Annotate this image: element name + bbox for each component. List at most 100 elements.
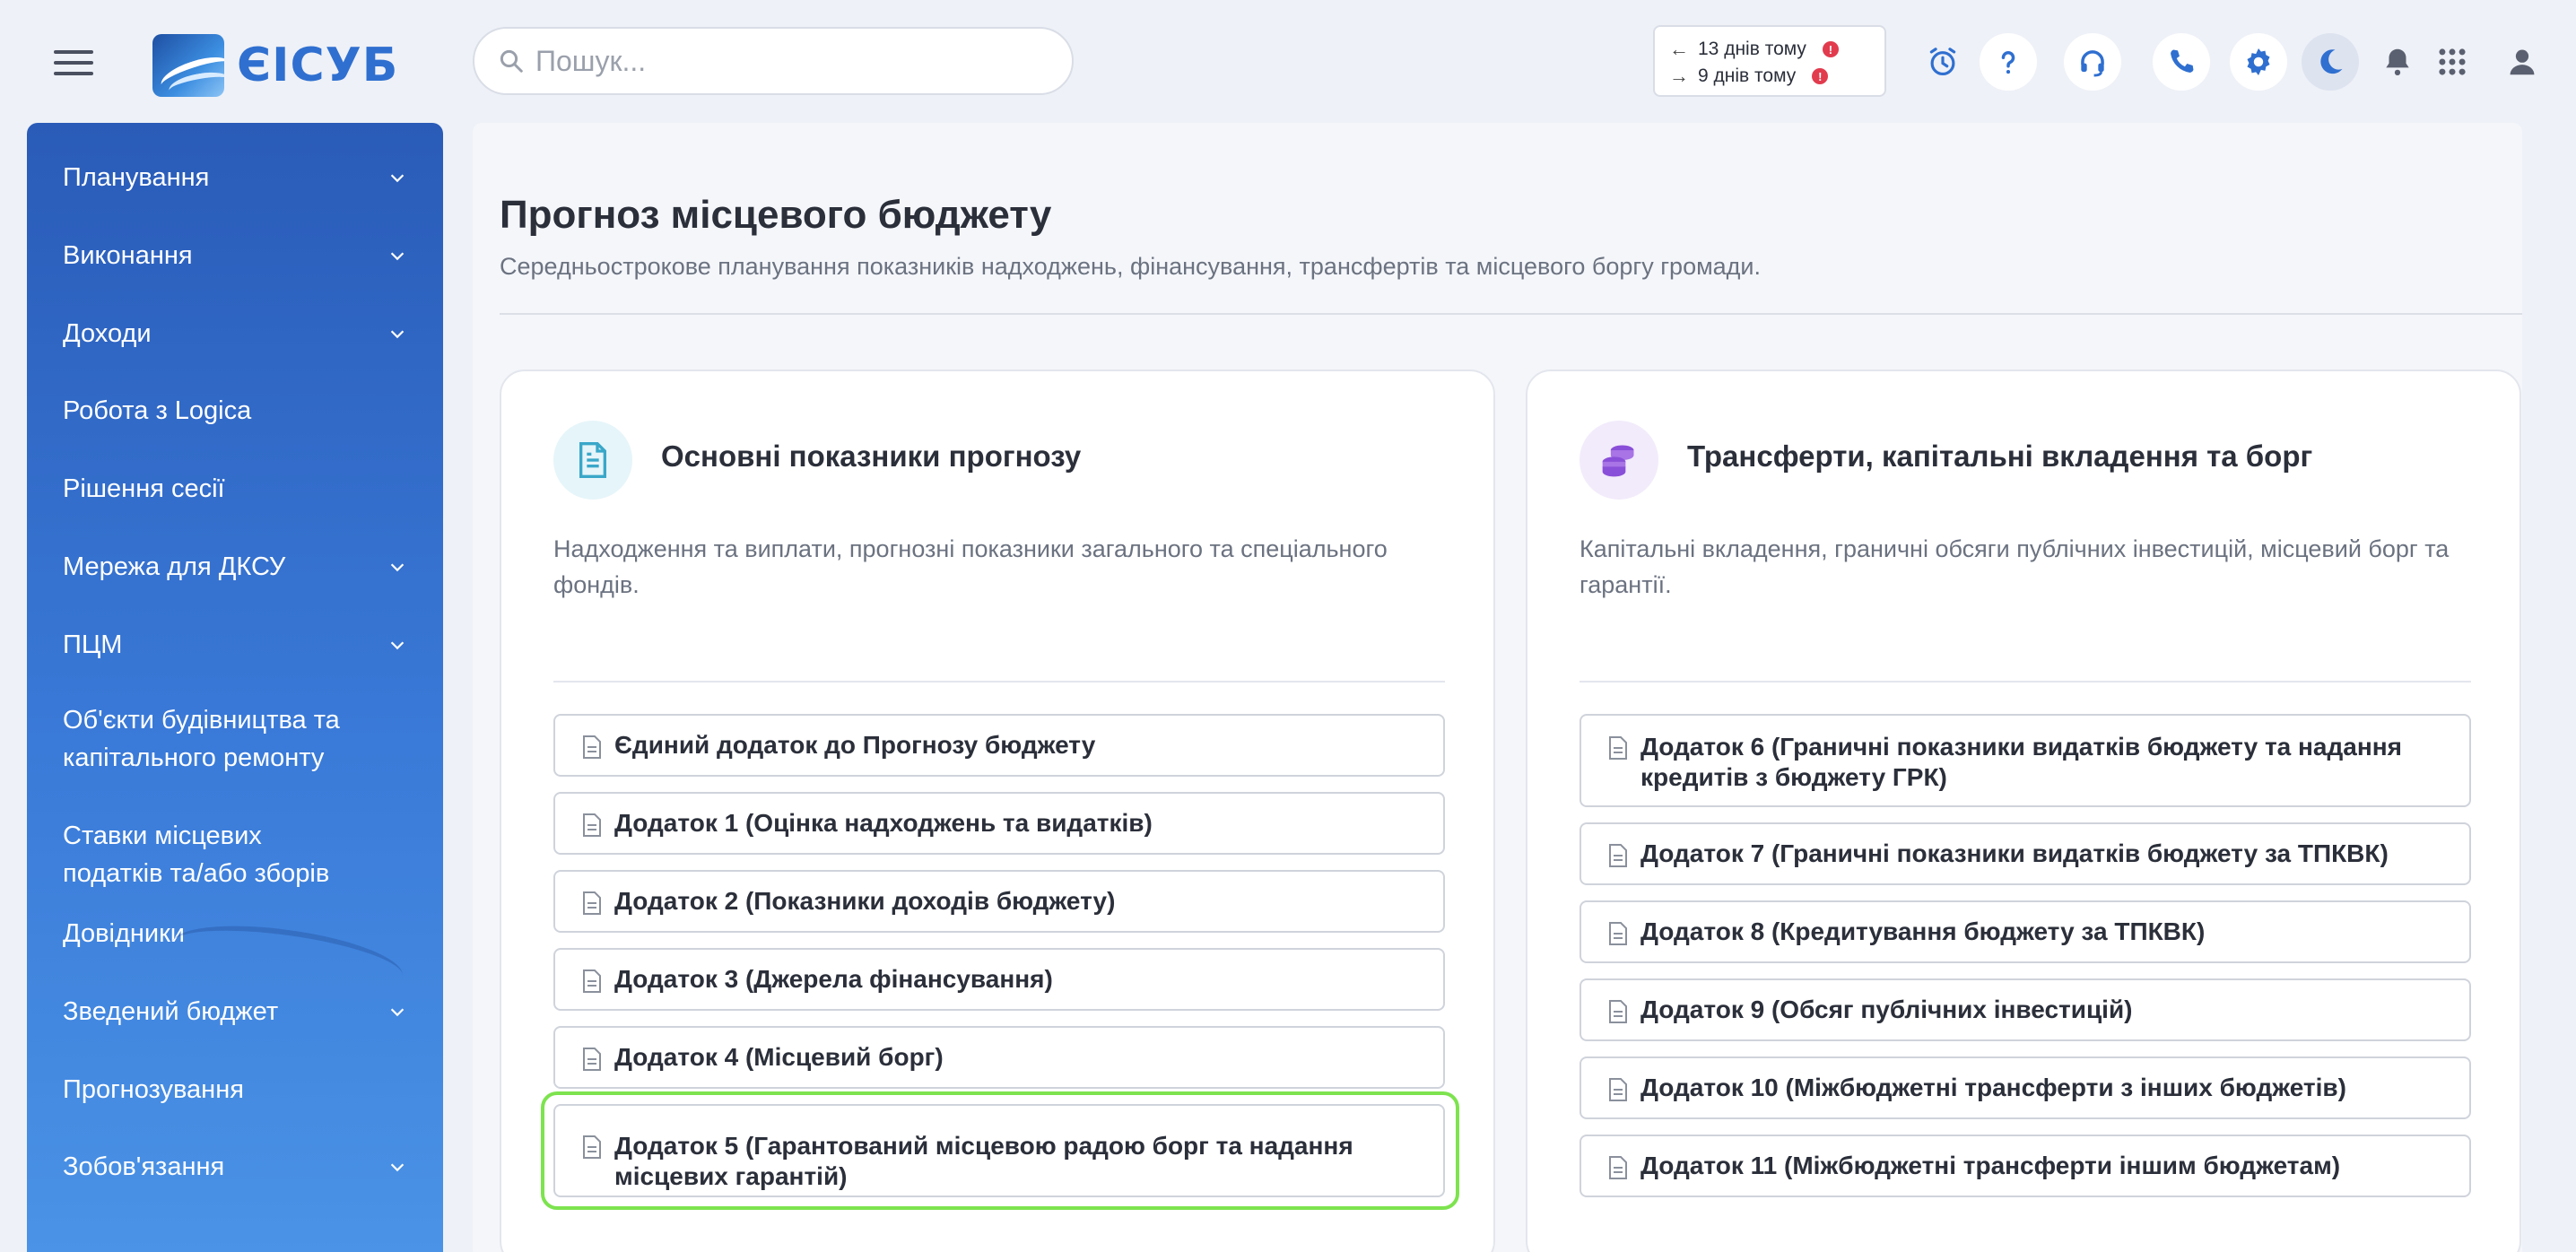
moon-icon[interactable] [2302,33,2359,91]
phone-icon[interactable] [2153,33,2210,91]
sidebar-item-label: Об'єкти будівництва та капітального ремо… [63,706,340,772]
chevron-down-icon [390,563,405,572]
doc-link-appendix-4[interactable]: Додаток 4 (Місцевий борг) [553,1026,1445,1089]
sidebar-item-pcm[interactable]: ПЦМ [27,626,443,664]
app-logo[interactable]: ЄІСУБ [152,34,398,97]
doc-link-label: Додаток 7 (Граничні показники видатків б… [1640,839,2389,867]
doc-link-appendix-9[interactable]: Додаток 9 (Обсяг публічних інвестицій) [1580,978,2471,1041]
doc-link-appendix-10[interactable]: Додаток 10 (Міжбюджетні трансферти з інш… [1580,1056,2471,1119]
doc-link-unified-appendix[interactable]: Єдиний додаток до Прогнозу бюджету [553,714,1445,777]
chevron-down-icon [390,174,405,183]
sidebar-item-execution[interactable]: Виконання [27,237,443,274]
sidebar-item-logica[interactable]: Робота з Logica [27,392,443,430]
coins-icon [1580,421,1658,500]
search-box[interactable] [473,27,1074,95]
doc-link-appendix-3[interactable]: Додаток 3 (Джерела фінансування) [553,948,1445,1011]
main-content: Прогноз місцевого бюджету Середньостроко… [473,123,2522,1252]
document-icon [553,421,632,500]
alert-icon: ! [1812,68,1829,84]
doc-link-appendix-2[interactable]: Додаток 2 (Показники доходів бюджету) [553,870,1445,933]
sidebar-item-label: Мережа для ДКСУ [63,552,286,581]
history-back[interactable]: ← 13 днів тому ! [1669,36,1870,63]
file-icon [1609,922,1627,945]
sidebar-item-references[interactable]: Довідники [27,915,443,952]
card-title: Основні показники прогнозу [661,439,1082,473]
doc-link-appendix-8[interactable]: Додаток 8 (Кредитування бюджету за ТПКВК… [1580,900,2471,963]
bell-icon[interactable] [2369,33,2426,91]
sidebar-item-dksu-network[interactable]: Мережа для ДКСУ [27,548,443,586]
sidebar-item-label: Виконання [63,241,193,270]
sidebar-item-local-taxes[interactable]: Ставки місцевих податків та/або зборів [27,817,404,892]
doc-link-label: Додаток 11 (Міжбюджетні трансферти іншим… [1640,1152,2341,1179]
file-icon [1609,736,1627,760]
history-navigation: ← 13 днів тому ! → 9 днів тому ! [1653,25,1886,97]
card-description: Надходження та виплати, прогнозні показн… [553,535,1388,598]
file-icon [1609,1156,1627,1179]
chevron-down-icon [390,1008,405,1017]
arrow-left-icon: ← [1669,38,1689,60]
sidebar-item-label: Зобов'язання [63,1152,225,1181]
doc-link-appendix-1[interactable]: Додаток 1 (Оцінка надходжень та видатків… [553,792,1445,855]
sidebar-item-label: ПЦМ [63,630,123,659]
doc-link-label: Додаток 3 (Джерела фінансування) [614,965,1053,993]
apps-grid-icon[interactable] [2424,33,2481,91]
sidebar-item-label: Довідники [63,919,185,948]
doc-link-label: Додаток 6 (Граничні показники видатків б… [1640,733,2402,791]
file-icon [583,1135,601,1159]
file-icon [583,1048,601,1071]
menu-icon[interactable] [54,50,93,79]
chevron-down-icon [390,641,405,650]
search-icon [500,49,523,73]
logo-text: ЄІСУБ [237,39,399,92]
sidebar-item-consolidated-budget[interactable]: Зведений бюджет [27,993,443,1030]
divider [1580,681,2471,683]
doc-link-label: Додаток 2 (Показники доходів бюджету) [614,887,1116,915]
history-back-label: 13 днів тому [1698,39,1806,59]
help-icon[interactable] [1980,33,2037,91]
chevron-down-icon [390,330,405,339]
arrow-right-icon: → [1669,65,1689,87]
divider [553,681,1445,683]
chevron-down-icon [390,1163,405,1172]
sidebar-item-label: Зведений бюджет [63,997,279,1026]
alarm-clock-icon[interactable] [1914,33,1971,91]
doc-link-appendix-5[interactable]: Додаток 5 (Гарантований місцевою радою б… [553,1104,1445,1197]
doc-link-label: Єдиний додаток до Прогнозу бюджету [614,731,1096,759]
doc-link-appendix-7[interactable]: Додаток 7 (Граничні показники видатків б… [1580,822,2471,885]
user-icon[interactable] [2493,33,2551,91]
sidebar-item-revenues[interactable]: Доходи [27,315,443,352]
logo-mark [152,34,224,97]
card-description: Капітальні вкладення, граничні обсяги пу… [1580,535,2450,598]
file-icon [583,813,601,837]
doc-link-label: Додаток 4 (Місцевий борг) [614,1043,944,1071]
sidebar-item-label: Прогнозування [63,1075,244,1104]
doc-link-appendix-6[interactable]: Додаток 6 (Граничні показники видатків б… [1580,714,2471,807]
doc-link-appendix-11[interactable]: Додаток 11 (Міжбюджетні трансферти іншим… [1580,1135,2471,1197]
sidebar-item-label: Ставки місцевих податків та/або зборів [63,822,330,888]
gear-icon[interactable] [2230,33,2287,91]
sidebar-item-planning[interactable]: Планування [27,159,443,196]
sidebar-item-session-decisions[interactable]: Рішення сесії [27,470,443,508]
file-icon [583,969,601,993]
file-icon [1609,844,1627,867]
file-icon [1609,1078,1627,1101]
alert-icon: ! [1822,41,1839,57]
file-icon [583,735,601,759]
history-forward[interactable]: → 9 днів тому ! [1669,63,1870,90]
doc-link-label: Додаток 10 (Міжбюджетні трансферти з інш… [1640,1074,2346,1101]
card-transfers-investments-debt: Трансферти, капітальні вкладення та борг… [1526,370,2521,1252]
headset-icon[interactable] [2064,33,2121,91]
sidebar-item-forecasting[interactable]: Прогнозування [27,1071,443,1109]
card-title: Трансферти, капітальні вкладення та борг [1687,439,2313,473]
chevron-down-icon [390,252,405,261]
sidebar-item-obligations[interactable]: Зобов'язання [27,1148,443,1186]
doc-link-label: Додаток 8 (Кредитування бюджету за ТПКВК… [1640,917,2206,945]
history-forward-label: 9 днів тому [1698,65,1797,86]
divider [500,313,2522,315]
top-header: ЄІСУБ ← 13 днів тому ! → 9 днів тому ! [0,0,2576,123]
page-subtitle: Середньострокове планування показників н… [500,253,1762,280]
sidebar-item-construction[interactable]: Об'єкти будівництва та капітального ремо… [27,701,404,777]
search-input[interactable] [535,44,1038,78]
card-main-indicators: Основні показники прогнозу Надходження т… [500,370,1495,1252]
sidebar-item-label: Робота з Logica [63,396,252,425]
